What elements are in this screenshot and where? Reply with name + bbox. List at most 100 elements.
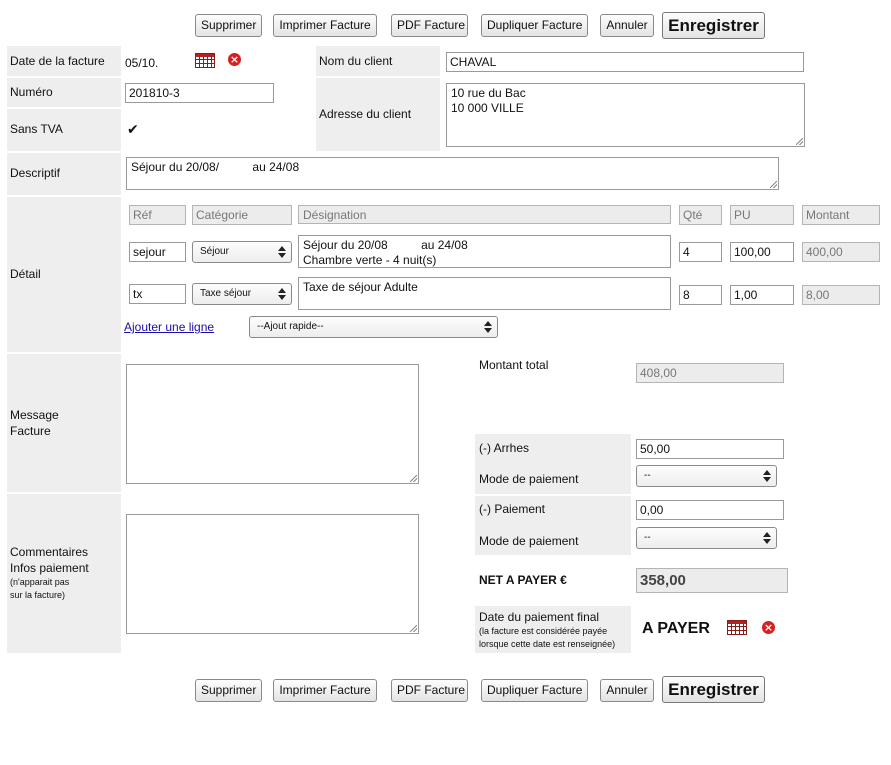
payment-mode-value-2: -- (644, 532, 651, 543)
calendar-icon[interactable] (195, 53, 215, 68)
payment-mode-select-2[interactable]: -- (636, 527, 777, 549)
line-amount-value: 8,00 (802, 285, 880, 305)
resize-grip-icon[interactable] (796, 138, 803, 145)
invoice-date-label: Date de la facture (10, 54, 105, 68)
resize-grip-icon[interactable] (410, 475, 417, 482)
line-designation-textarea[interactable]: Taxe de séjour Adulte (298, 277, 671, 310)
number-label-cell: Numéro (7, 78, 121, 107)
pdf-invoice-button-top[interactable]: PDF Facture (391, 14, 468, 37)
select-arrows-icon (484, 320, 492, 334)
line-unit-price-input[interactable]: 100,00 (730, 242, 794, 262)
line-category-select[interactable]: Taxe séjour (192, 283, 292, 305)
calendar-icon[interactable] (727, 620, 747, 635)
final-payment-date-label: Date du paiement final (479, 610, 600, 624)
payment-label-cell: (-) Paiement Mode de paiement (475, 496, 631, 555)
invoice-number-input[interactable]: 201810-3 (125, 83, 274, 103)
total-label: Montant total (479, 358, 549, 372)
line-designation-textarea[interactable]: Séjour du 20/08 au 24/08 Chambre verte -… (298, 235, 671, 268)
line-designation-value: Taxe de séjour Adulte (303, 280, 418, 294)
detail-label: Détail (10, 267, 41, 281)
number-label: Numéro (10, 85, 53, 99)
comments-label-cell: Commentaires Infos paiement (n'apparait … (7, 494, 121, 653)
detail-label-cell: Détail (7, 197, 121, 352)
payment-mode-label-2: Mode de paiement (479, 534, 579, 548)
message-textarea[interactable] (126, 364, 419, 484)
no-vat-label: Sans TVA (10, 122, 63, 136)
line-unit-price-input[interactable]: 1,00 (730, 285, 794, 305)
payment-label: (-) Paiement (479, 502, 546, 516)
final-payment-date-note-1: (la facture est considérée payée (479, 626, 608, 636)
description-label: Descriptif (10, 166, 61, 180)
print-invoice-button-bottom[interactable]: Imprimer Facture (273, 679, 377, 702)
save-button-top[interactable]: Enregistrer (662, 12, 765, 39)
invoice-date-value: 05/10. (125, 56, 159, 70)
comments-label-line-1: Commentaires (10, 545, 89, 559)
line-qty-input[interactable]: 8 (679, 285, 722, 305)
line-amount-value: 400,00 (802, 242, 880, 262)
resize-grip-icon[interactable] (410, 625, 417, 632)
payment-mode-select[interactable]: -- (636, 465, 777, 487)
header-designation: Désignation (298, 205, 671, 224)
client-name-input[interactable]: CHAVAL (446, 52, 804, 72)
line-ref-input[interactable]: sejour (129, 242, 186, 262)
cancel-button-top[interactable]: Annuler (600, 14, 654, 37)
cancel-button-bottom[interactable]: Annuler (600, 679, 654, 702)
final-payment-date-label-cell: Date du paiement final (la facture est c… (475, 606, 631, 653)
net-to-pay-value: 358,00 (636, 568, 788, 593)
line-designation-value: Séjour du 20/08 au 24/08 Chambre verte -… (303, 238, 468, 267)
payment-input[interactable]: 0,00 (636, 500, 784, 520)
net-to-pay-label: NET A PAYER € (479, 573, 567, 587)
total-value: 408,00 (636, 363, 784, 383)
no-vat-label-cell: Sans TVA (7, 109, 121, 151)
quick-add-select[interactable]: --Ajout rapide-- (249, 316, 498, 338)
delete-button-bottom[interactable]: Supprimer (195, 679, 262, 702)
resize-grip-icon[interactable] (770, 181, 777, 188)
line-ref-input[interactable]: tx (129, 284, 186, 304)
invoice-date-label-cell: Date de la facture (7, 46, 121, 76)
final-payment-date-note-2: lorsque cette date est renseignée) (479, 639, 616, 649)
payment-mode-label: Mode de paiement (479, 472, 579, 486)
no-vat-checkbox[interactable]: ✔ (127, 122, 139, 138)
client-address-label-cell: Adresse du client (316, 78, 440, 151)
description-label-cell: Descriptif (7, 153, 121, 195)
delete-date-icon[interactable]: × (762, 621, 775, 634)
client-name-label: Nom du client (319, 54, 393, 68)
description-value: Séjour du 20/08/ au 24/08 (131, 160, 300, 174)
duplicate-invoice-button-bottom[interactable]: Dupliquer Facture (481, 679, 588, 702)
deposit-label: (-) Arrhes (479, 441, 530, 455)
comments-textarea[interactable] (126, 514, 419, 634)
message-label-line-2: Facture (10, 424, 51, 438)
select-arrows-icon (763, 469, 771, 483)
save-button-bottom[interactable]: Enregistrer (662, 676, 765, 703)
comments-note-line-2: sur la facture) (10, 590, 66, 600)
payment-status: A PAYER (642, 620, 710, 637)
comments-label-line-2: Infos paiement (10, 561, 89, 575)
header-qty: Qté (679, 205, 722, 225)
pdf-invoice-button-bottom[interactable]: PDF Facture (391, 679, 468, 702)
delete-date-icon[interactable]: × (228, 53, 241, 66)
line-category-value: Séjour (200, 246, 229, 257)
header-amount: Montant (802, 205, 880, 225)
line-qty-input[interactable]: 4 (679, 242, 722, 262)
deposit-input[interactable]: 50,00 (636, 439, 784, 459)
add-line-link[interactable]: Ajouter une ligne (124, 320, 214, 334)
delete-button-top[interactable]: Supprimer (195, 14, 262, 37)
client-address-textarea[interactable]: 10 rue du Bac 10 000 VILLE (446, 83, 805, 147)
header-category: Catégorie (192, 205, 292, 225)
select-arrows-icon (763, 531, 771, 545)
select-arrows-icon (278, 245, 286, 259)
duplicate-invoice-button-top[interactable]: Dupliquer Facture (481, 14, 588, 37)
client-address-label: Adresse du client (319, 107, 412, 121)
client-name-label-cell: Nom du client (316, 46, 440, 76)
message-label-cell: Message Facture (7, 354, 121, 492)
deposit-label-cell: (-) Arrhes Mode de paiement (475, 434, 631, 494)
line-category-select[interactable]: Séjour (192, 241, 292, 263)
payment-mode-value: -- (644, 470, 651, 481)
message-label-line-1: Message (10, 408, 59, 422)
description-textarea[interactable]: Séjour du 20/08/ au 24/08 (126, 157, 779, 190)
client-address-value: 10 rue du Bac 10 000 VILLE (451, 86, 526, 115)
header-ref: Réf (129, 205, 186, 225)
header-unit-price: PU (730, 205, 794, 225)
select-arrows-icon (278, 287, 286, 301)
print-invoice-button-top[interactable]: Imprimer Facture (273, 14, 377, 37)
